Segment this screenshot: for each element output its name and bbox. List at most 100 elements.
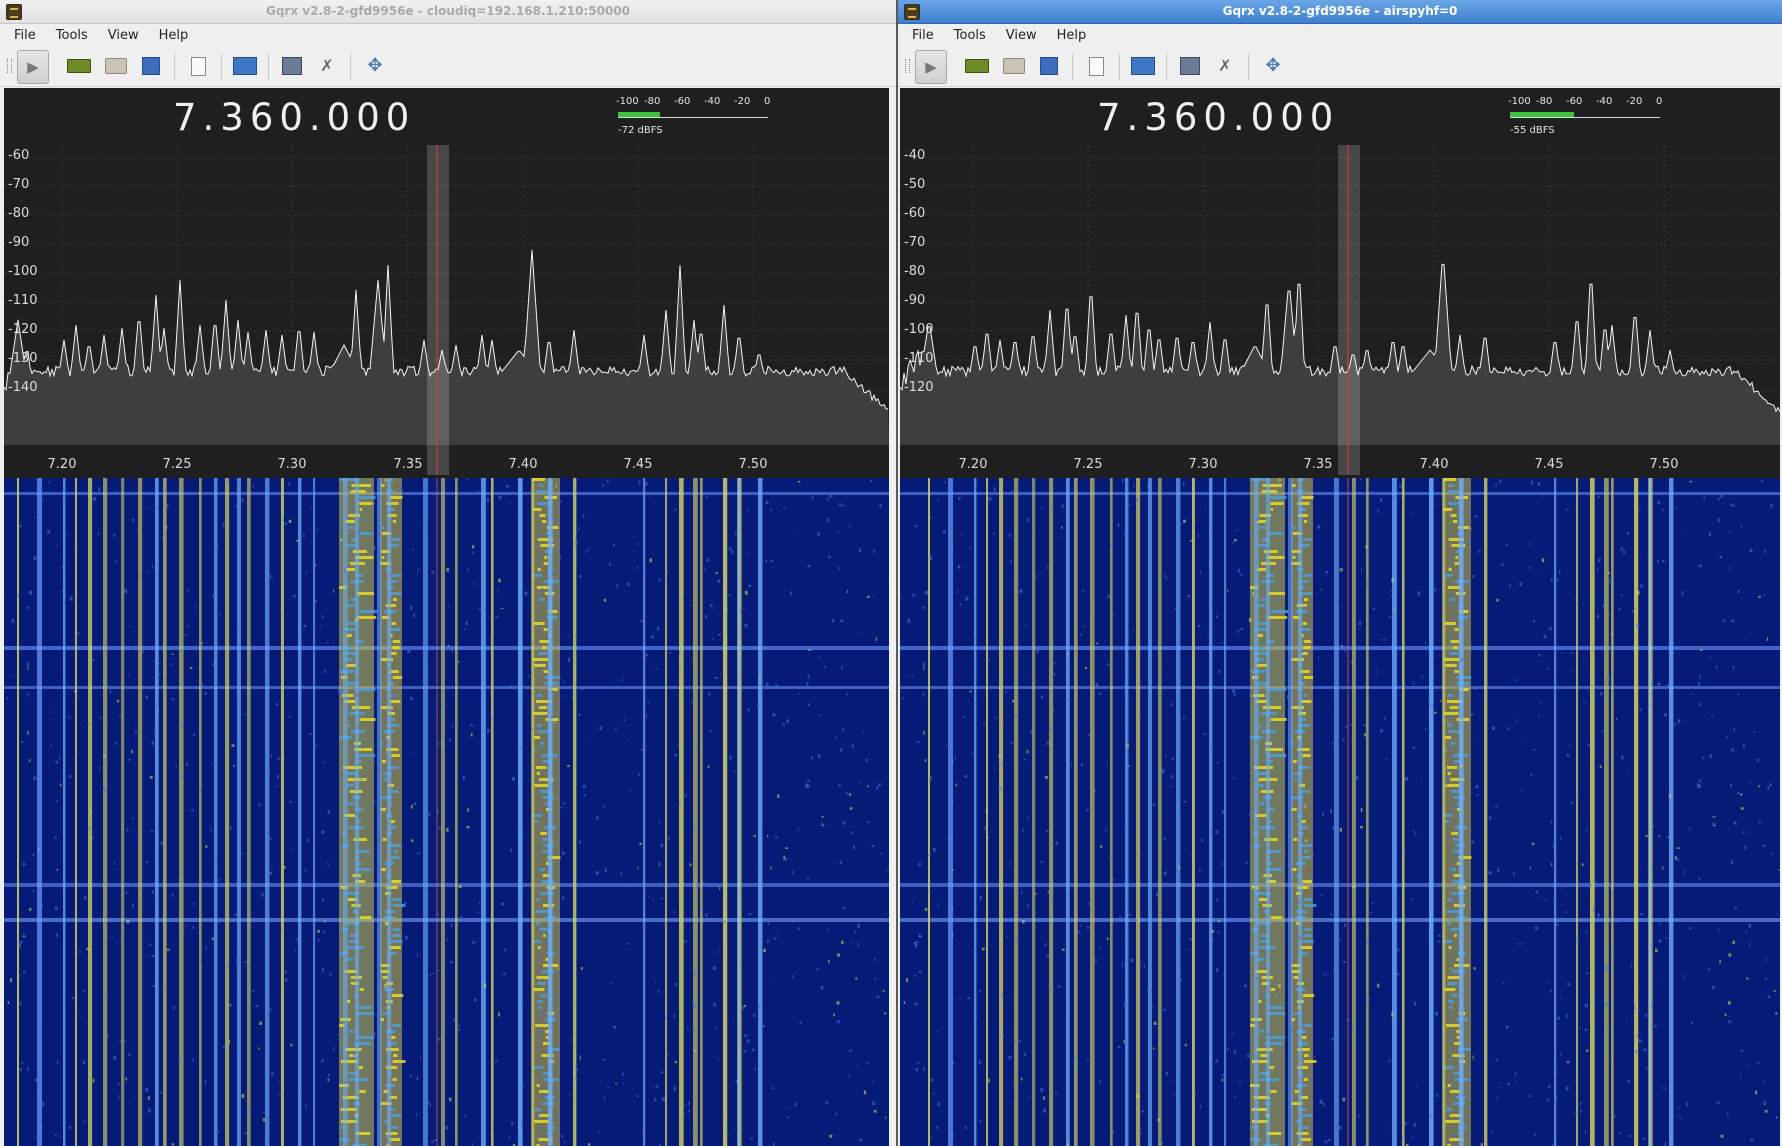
y-tick-label: -70	[8, 177, 30, 192]
y-tick-label: -110	[8, 293, 38, 308]
y-tick-label: -70	[904, 235, 926, 250]
x-tick-label: 7.30	[1188, 457, 1218, 472]
menu-tools[interactable]: Tools	[946, 25, 994, 43]
x-tick-label: 7.45	[1534, 457, 1564, 472]
toolbar-grip[interactable]	[905, 59, 910, 73]
y-tick-label: -80	[8, 206, 30, 221]
y-tick-label: -90	[904, 293, 926, 308]
meter-tick-label: -100	[1508, 96, 1531, 107]
hardware-icon	[965, 59, 989, 73]
menu-bar: File Tools View Help	[0, 24, 896, 46]
hardware-button[interactable]	[63, 50, 95, 82]
signal-meter-fill	[1510, 112, 1574, 117]
scope-icon	[233, 57, 257, 75]
meter-tick-label: 0	[764, 96, 771, 107]
frequency-display[interactable]: 7.360.000	[173, 96, 415, 139]
x-tick-label: 7.20	[47, 457, 77, 472]
menu-bar: File Tools View Help	[898, 24, 1782, 46]
menu-help[interactable]: Help	[151, 25, 197, 43]
signal-level-readout: -72 dBFS	[618, 125, 663, 136]
iq-tool-button[interactable]	[229, 50, 261, 82]
move-icon: ✥	[1265, 55, 1281, 76]
menu-help[interactable]: Help	[1049, 25, 1095, 43]
meter-tick-label: -60	[1566, 96, 1583, 107]
x-tick-label: 7.40	[1419, 457, 1449, 472]
move-icon: ✥	[367, 55, 383, 76]
toolbar: ▶ ✗ ✥	[898, 46, 1782, 87]
open-folder-button[interactable]	[100, 50, 132, 82]
toolbar-separator	[1072, 54, 1073, 80]
play-button[interactable]: ▶	[915, 50, 947, 84]
y-tick-label: -130	[8, 351, 38, 366]
save-button[interactable]	[1033, 50, 1065, 82]
toolbar-separator	[221, 54, 222, 80]
frequency-display[interactable]: 7.360.000	[1097, 96, 1339, 139]
tools-icon: ✗	[1218, 56, 1232, 75]
remote-control-button[interactable]	[1174, 50, 1206, 82]
save-icon	[1040, 57, 1058, 75]
scope-icon	[1131, 57, 1155, 75]
window-title: Gqrx v2.8-2-gfd9956e - cloudiq=192.168.1…	[265, 4, 631, 18]
y-tick-label: -40	[904, 148, 926, 163]
waterfall-display[interactable]	[4, 478, 889, 1146]
waterfall-traces	[900, 478, 1780, 1146]
folder-icon	[1003, 58, 1025, 74]
toolbar: ▶ ✗ ✥	[0, 46, 896, 87]
title-bar[interactable]: Gqrx v2.8-2-gfd9956e - cloudiq=192.168.1…	[0, 0, 896, 24]
x-tick-label: 7.25	[1073, 457, 1103, 472]
iq-tool-button[interactable]	[1127, 50, 1159, 82]
save-button[interactable]	[135, 50, 167, 82]
folder-icon	[105, 58, 127, 74]
toolbar-separator	[1248, 54, 1249, 80]
bookmark-button[interactable]	[1080, 50, 1112, 82]
spectrum-graph[interactable]	[900, 145, 1780, 475]
play-icon: ▶	[925, 58, 937, 76]
meter-tick-label: -40	[704, 96, 721, 107]
toolbar-separator	[1166, 54, 1167, 80]
x-tick-label: 7.50	[1649, 457, 1679, 472]
remote-control-button[interactable]	[276, 50, 308, 82]
menu-file[interactable]: File	[6, 25, 44, 43]
receiver-panel: 7.360.000 -100 -80 -60 -40 -20 0 -55 dBF…	[900, 88, 1780, 1146]
waterfall-display[interactable]	[900, 478, 1780, 1146]
y-tick-label: -120	[8, 322, 38, 337]
menu-view[interactable]: View	[100, 25, 147, 43]
meter-tick-label: 0	[1656, 96, 1663, 107]
menu-view[interactable]: View	[998, 25, 1045, 43]
meter-tick-label: -80	[1536, 96, 1553, 107]
spectrum-plot[interactable]: -60 -70 -80 -90 -100 -110 -120 -130 -140…	[4, 145, 889, 475]
spectrum-plot[interactable]: -40 -50 -60 -70 -80 -90 -100 -110 -120 7…	[900, 145, 1780, 475]
menu-file[interactable]: File	[904, 25, 942, 43]
y-tick-label: -100	[8, 264, 38, 279]
signal-meter-bar	[618, 112, 768, 118]
menu-tools[interactable]: Tools	[48, 25, 96, 43]
settings-button[interactable]: ✗	[311, 50, 343, 82]
hardware-icon	[67, 59, 91, 73]
x-tick-label: 7.25	[162, 457, 192, 472]
x-tick-label: 7.45	[623, 457, 653, 472]
bookmark-button[interactable]	[182, 50, 214, 82]
play-icon: ▶	[27, 58, 39, 76]
meter-tick-label: -80	[644, 96, 661, 107]
y-tick-label: -100	[904, 322, 934, 337]
settings-button[interactable]: ✗	[1209, 50, 1241, 82]
signal-meter-bar	[1510, 112, 1660, 118]
fullscreen-button[interactable]: ✥	[1257, 50, 1289, 82]
toolbar-grip[interactable]	[7, 59, 12, 73]
open-folder-button[interactable]	[998, 50, 1030, 82]
y-tick-label: -80	[904, 264, 926, 279]
title-bar[interactable]: Gqrx v2.8-2-gfd9956e - airspyhf=0	[898, 0, 1782, 24]
x-tick-label: 7.20	[958, 457, 988, 472]
x-tick-label: 7.30	[277, 457, 307, 472]
signal-meter-scale: -100 -80 -60 -40 -20 0	[1508, 96, 1663, 108]
network-icon	[1180, 57, 1200, 75]
spectrum-graph[interactable]	[4, 145, 889, 475]
fullscreen-button[interactable]: ✥	[359, 50, 391, 82]
play-button[interactable]: ▶	[17, 50, 49, 84]
y-tick-label: -50	[904, 177, 926, 192]
signal-level-readout: -55 dBFS	[1510, 125, 1555, 136]
toolbar-separator	[350, 54, 351, 80]
meter-tick-label: -20	[1626, 96, 1643, 107]
signal-meter-scale: -100 -80 -60 -40 -20 0	[616, 96, 771, 108]
hardware-button[interactable]	[961, 50, 993, 82]
